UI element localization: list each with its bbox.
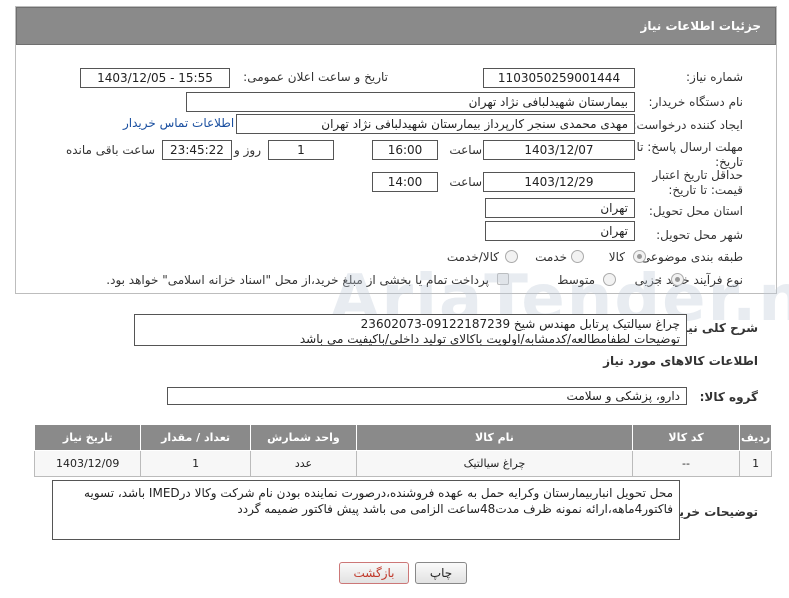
cell-code: -- xyxy=(631,450,741,477)
city-label: شهر محل تحویل: xyxy=(656,228,743,242)
treasury-payment-checkbox[interactable] xyxy=(497,273,509,285)
cell-name: چراغ سیالتیک xyxy=(356,450,633,477)
remaining-time-field: 23:45:22 xyxy=(162,140,232,160)
category-option-service: خدمت xyxy=(535,250,567,264)
deadline-time-label: ساعت xyxy=(449,143,482,157)
cell-row: 1 xyxy=(739,450,772,477)
category-radio-both[interactable] xyxy=(505,250,518,263)
validity-label: حداقل تاریخ اعتبار قیمت: تا تاریخ: xyxy=(652,168,743,197)
buyer-org-label: نام دستگاه خریدار: xyxy=(648,95,744,109)
print-button[interactable]: چاپ xyxy=(415,562,467,584)
goods-group-field: دارو، پزشکی و سلامت xyxy=(167,387,687,405)
buyer-notes-field: محل تحویل انباربیمارستان وکرایه حمل به ع… xyxy=(52,480,680,540)
buyer-org-field: بیمارستان شهیدلبافی نژاد تهران xyxy=(186,92,635,112)
need-number-label: شماره نیاز: xyxy=(686,70,743,84)
goods-group-label: گروه کالا: xyxy=(699,390,758,404)
panel-header: جزئیات اطلاعات نیاز xyxy=(16,7,776,45)
col-name: نام کالا xyxy=(356,424,633,451)
buyer-notes-line-1: محل تحویل انباربیمارستان وکرایه حمل به ع… xyxy=(84,486,673,500)
category-label: طبقه بندی موضوعی: xyxy=(636,250,743,264)
category-radio-service[interactable] xyxy=(571,250,584,263)
goods-info-title: اطلاعات کالاهای مورد نیاز xyxy=(603,354,758,368)
validity-date-field: 1403/12/29 xyxy=(483,172,635,192)
buyer-contact-link[interactable]: اطلاعات تماس خریدار xyxy=(123,116,234,130)
buyer-notes-line-2: فاکتور4ماهه،ارائه نمونه ظرف مدت48ساعت ال… xyxy=(237,502,673,516)
deadline-time-field: 16:00 xyxy=(372,140,438,160)
cell-unit: عدد xyxy=(249,450,358,477)
announce-datetime-field: 1403/12/05 - 15:55 xyxy=(80,68,230,88)
validity-time-label: ساعت xyxy=(449,175,482,189)
deadline-label: مهلت ارسال پاسخ: تا تاریخ: xyxy=(636,140,743,169)
province-label: استان محل تحویل: xyxy=(648,204,743,218)
process-option-medium: متوسط xyxy=(557,273,595,287)
creator-field: مهدی محمدی سنجر کارپرداز بیمارستان شهیدل… xyxy=(236,114,635,134)
description-line-1: چراغ سیالتیک پرتابل مهندس شیخ 0912218723… xyxy=(360,317,680,331)
col-unit: واحد شمارش xyxy=(249,424,358,451)
col-date: تاریخ نیاز xyxy=(33,424,142,451)
need-number-field: 1103050259001444 xyxy=(483,68,635,88)
description-field: چراغ سیالتیک پرتابل مهندس شیخ 0912218723… xyxy=(134,314,687,346)
deadline-date-field: 1403/12/07 xyxy=(483,140,635,160)
creator-label: ایجاد کننده درخواست: xyxy=(632,118,743,132)
process-radio-minor[interactable] xyxy=(671,273,684,286)
cell-qty: 1 xyxy=(140,450,251,477)
col-code: کد کالا xyxy=(631,424,741,451)
process-option-minor: جزیی xyxy=(634,273,662,287)
province-field: تهران xyxy=(485,198,635,218)
category-option-goods: کالا xyxy=(608,250,625,264)
days-field: 1 xyxy=(268,140,334,160)
treasury-payment-note: پرداخت تمام یا بخشی از مبلغ خرید،از محل … xyxy=(106,273,489,287)
col-qty: تعداد / مقدار xyxy=(140,424,251,451)
category-radio-goods[interactable] xyxy=(633,250,646,263)
announce-label: تاریخ و ساعت اعلان عمومی: xyxy=(243,70,388,84)
description-line-2: توضیحات لطفامطالعه/کدمشابه/اولویت باکالا… xyxy=(299,332,680,346)
page-title: جزئیات اطلاعات نیاز xyxy=(640,19,761,33)
process-radio-medium[interactable] xyxy=(603,273,616,286)
city-field: تهران xyxy=(485,221,635,241)
category-option-both: کالا/خدمت xyxy=(446,250,499,264)
table-row[interactable]: 1 -- چراغ سیالتیک عدد 1 1403/12/09 xyxy=(33,450,772,477)
goods-table: ردیف کد کالا نام کالا واحد شمارش تعداد /… xyxy=(33,424,772,477)
col-row: ردیف xyxy=(739,424,772,451)
days-label: روز و xyxy=(234,143,261,157)
cell-date: 1403/12/09 xyxy=(33,450,142,477)
table-header-row: ردیف کد کالا نام کالا واحد شمارش تعداد /… xyxy=(33,424,772,451)
remaining-label: ساعت باقی مانده xyxy=(65,143,155,157)
validity-time-field: 14:00 xyxy=(372,172,438,192)
back-button[interactable]: بازگشت xyxy=(339,562,409,584)
